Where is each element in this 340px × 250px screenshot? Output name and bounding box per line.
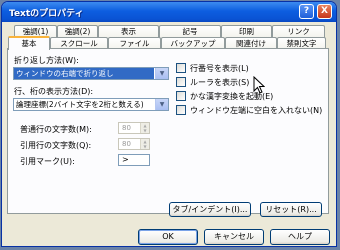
checkbox-ruler[interactable] (176, 77, 186, 87)
dialog-title: Textのプロパティ (9, 9, 84, 19)
quote-chars-value: 80 (122, 140, 131, 148)
tab-basic[interactable]: 基本 (8, 36, 50, 50)
checkbox-line-numbers-label[interactable]: 行番号を表示(L) (190, 63, 249, 74)
close-button[interactable]: X (317, 4, 332, 19)
chevron-down-icon[interactable]: ▼ (155, 99, 168, 110)
checkbox-line-numbers[interactable] (176, 63, 186, 73)
quote-mark-input[interactable]: > (118, 154, 150, 166)
normal-chars-value: 80 (122, 124, 131, 132)
cancel-button[interactable]: キャンセル (204, 229, 264, 245)
title-bar: Textのプロパティ ? X (2, 2, 336, 22)
line-display-label: 行、桁の表示方法(D): (14, 87, 94, 96)
normal-chars-label: 普通行の文字数(M): (20, 125, 92, 134)
spinner-arrows-icon[interactable]: ▲ ▼ (140, 139, 149, 149)
line-display-value: 論理座標(2バイト文字を2桁と数える) (16, 100, 144, 109)
properties-dialog: Textのプロパティ ? X 強調(1) 強調(2) 表示 記号 印刷 リンク … (1, 1, 337, 247)
normal-chars-spinner[interactable]: 80 ▲ ▼ (118, 122, 150, 134)
ok-button[interactable]: OK (138, 229, 198, 245)
wrap-method-label: 折り返し方法(W): (14, 56, 79, 65)
checkbox-ime[interactable] (176, 91, 186, 101)
help-title-button[interactable]: ? (299, 4, 314, 19)
quote-chars-label: 引用行の文字数(Q): (20, 141, 92, 150)
spinner-arrows-icon[interactable]: ▲ ▼ (140, 123, 149, 133)
reset-button[interactable]: リセット(R)... (260, 202, 322, 217)
mouse-pointer-icon (253, 76, 265, 94)
checkbox-ruler-label[interactable]: ルーラを表示(S) (190, 77, 249, 88)
line-display-select[interactable]: 論理座標(2バイト文字を2桁と数える) ▼ (13, 98, 169, 111)
wrap-method-select[interactable]: ウィンドウの右端で折り返し ▼ (13, 67, 169, 80)
quote-chars-spinner[interactable]: 80 ▲ ▼ (118, 138, 150, 150)
tab-indent-button[interactable]: タブ/インデント(I)... (169, 202, 251, 217)
wrap-method-value: ウィンドウの右端で折り返し (14, 68, 154, 79)
help-button[interactable]: ヘルプ (270, 229, 330, 245)
chevron-down-icon[interactable]: ▼ (155, 68, 168, 79)
quote-mark-label: 引用マーク(U): (20, 157, 75, 166)
checkbox-no-left-margin[interactable] (176, 105, 186, 115)
basic-settings-panel: 折り返し方法(W): ウィンドウの右端で折り返し ▼ 行、桁の表示方法(D): … (7, 48, 329, 217)
checkbox-no-left-margin-label[interactable]: ウィンドウ左端に空白を入れない(N) (190, 105, 322, 116)
